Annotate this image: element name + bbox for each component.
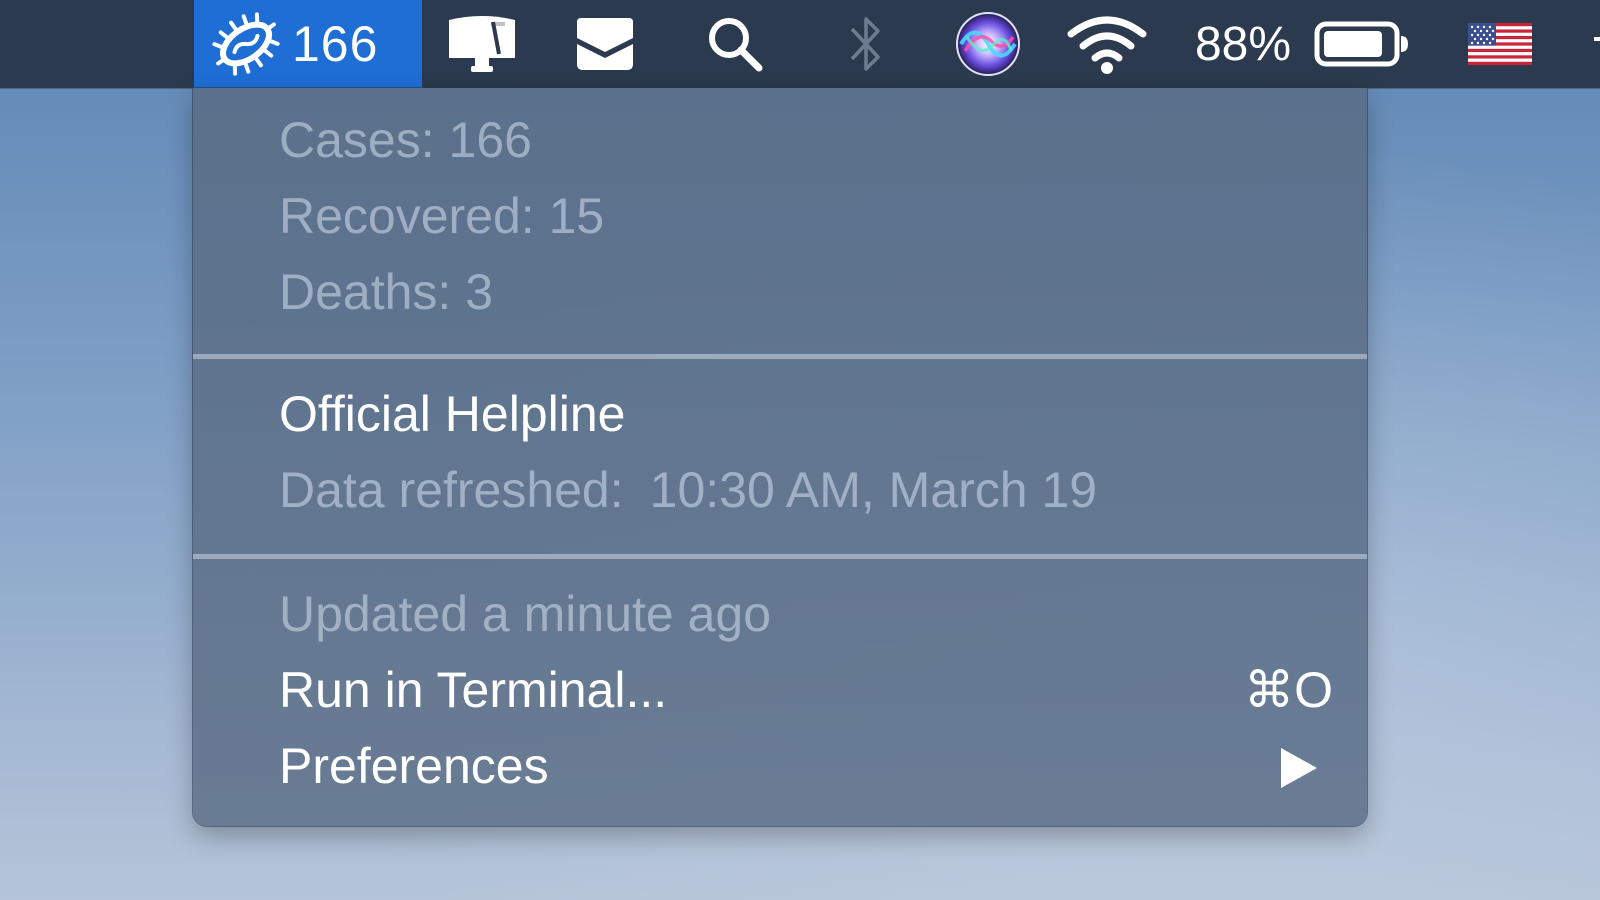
siri-icon	[956, 12, 1020, 76]
virus-icon	[212, 12, 280, 76]
menu-item-updated: Updated a minute ago	[279, 586, 772, 642]
notes-menu-extra[interactable]	[440, 0, 524, 88]
menu-separator	[193, 554, 1367, 559]
menu-item-official-helpline[interactable]: Official Helpline	[279, 384, 625, 444]
inbox-icon	[577, 18, 633, 70]
inbox-menu-extra[interactable]	[566, 0, 644, 88]
search-icon	[709, 18, 763, 72]
menu-item-deaths: Deaths: 3	[279, 264, 494, 320]
virus-tracker-menu-extra[interactable]: 166	[194, 0, 422, 88]
menu-item-preferences[interactable]: Preferences	[279, 736, 549, 796]
menu-bar-overflow-edge	[1590, 0, 1600, 88]
submenu-arrow-icon	[1281, 748, 1317, 788]
wifi-menu-extra[interactable]	[1064, 0, 1150, 88]
battery-menu-extra[interactable]	[1310, 0, 1414, 88]
case-count: 166	[292, 16, 379, 72]
menu-bar: 166 88%	[0, 0, 1600, 88]
notes-icon	[449, 16, 515, 72]
menu-separator	[193, 354, 1367, 359]
spotlight-menu-extra[interactable]	[700, 0, 770, 88]
data-refreshed-label: Data refreshed:	[279, 462, 624, 518]
virus-tracker-dropdown-menu: Cases: 166 Recovered: 15 Deaths: 3 Offic…	[193, 88, 1367, 826]
wifi-icon	[1067, 16, 1147, 74]
siri-menu-extra[interactable]	[952, 0, 1024, 88]
us-flag-icon	[1468, 23, 1532, 65]
battery-percentage[interactable]: 88%	[1186, 0, 1300, 88]
menu-item-cases: Cases: 166	[279, 112, 532, 168]
bluetooth-icon	[850, 17, 880, 71]
input-source-menu-extra[interactable]	[1466, 0, 1534, 88]
menu-item-data-refreshed: Data refreshed: 10:30 AM, March 19	[279, 460, 1097, 520]
battery-icon	[1314, 21, 1408, 67]
run-in-terminal-shortcut: ⌘O	[1244, 662, 1333, 718]
menu-item-run-in-terminal[interactable]: Run in Terminal...	[279, 660, 667, 720]
data-refreshed-value: 10:30 AM, March 19	[649, 462, 1098, 518]
bluetooth-menu-extra[interactable]	[838, 0, 894, 88]
menu-item-recovered: Recovered: 15	[279, 188, 605, 244]
